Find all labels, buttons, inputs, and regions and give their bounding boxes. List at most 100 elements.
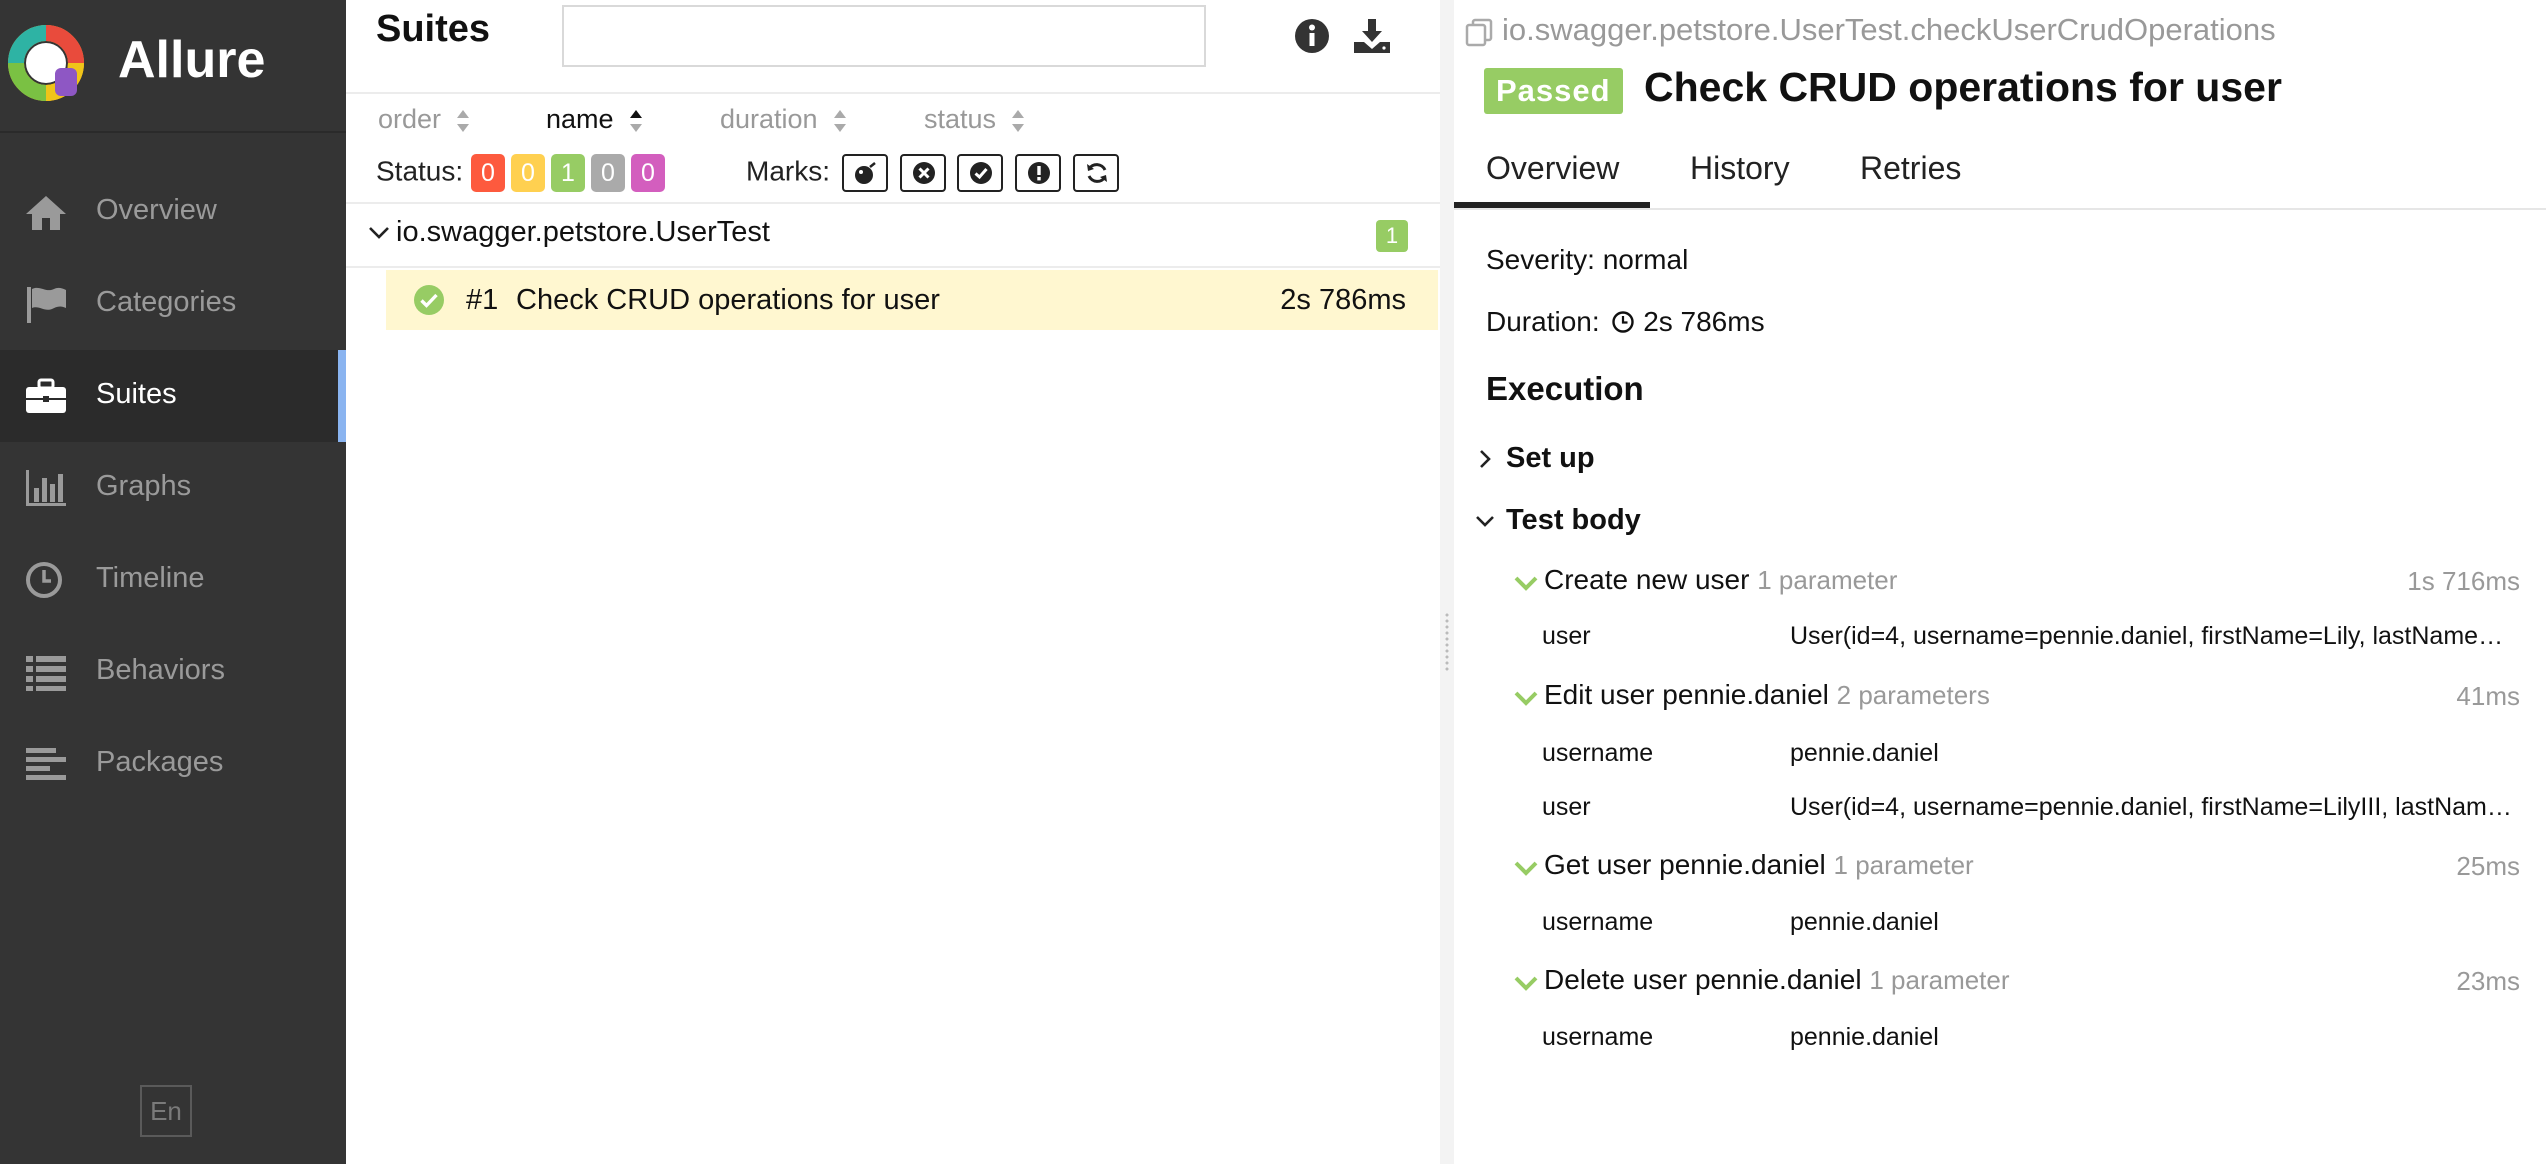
suite-group-row[interactable]: io.swagger.petstore.UserTest 1	[346, 204, 1440, 268]
param-value: User(id=4, username=pennie.daniel, first…	[1790, 793, 2516, 821]
step-row[interactable]: Edit user pennie.daniel 2 parameters 41m…	[1514, 677, 2520, 717]
param-name: user	[1542, 793, 1591, 821]
param-row: username pennie.daniel	[1542, 739, 2522, 775]
sidebar-item-label: Timeline	[96, 562, 205, 594]
step-params-count: 1 parameter	[1757, 565, 1898, 595]
test-full-path: io.swagger.petstore.UserTest.checkUserCr…	[1464, 12, 2276, 48]
check-circle-icon	[970, 162, 993, 184]
sidebar-item-label: Behaviors	[96, 654, 225, 686]
step-name-text: Get user pennie.daniel	[1544, 849, 1826, 880]
tab-overview[interactable]: Overview	[1486, 150, 1619, 187]
status-badge: Passed	[1484, 68, 1623, 114]
sidebar-item-label: Categories	[96, 286, 237, 318]
step-name-text: Create new user	[1544, 564, 1750, 595]
pane-splitter[interactable]	[1440, 0, 1454, 1164]
param-row: user User(id=4, username=pennie.daniel, …	[1542, 622, 2522, 658]
mark-new-failed-button[interactable]	[899, 154, 946, 192]
duration-value: 2s 786ms	[1643, 306, 1765, 337]
sidebar-item-categories[interactable]: Categories	[0, 258, 346, 350]
sidebar-item-timeline[interactable]: Timeline	[0, 534, 346, 626]
align-left-icon	[26, 748, 66, 780]
execution-title: Execution	[1486, 370, 1644, 407]
flag-icon	[27, 287, 66, 323]
duration-label: Duration:	[1486, 306, 1600, 337]
status-count-unknown[interactable]: 0	[630, 154, 665, 192]
home-icon	[26, 196, 66, 230]
status-badges: 00100	[470, 154, 671, 192]
step-time: 41ms	[2456, 681, 2520, 711]
param-name: username	[1542, 1023, 1654, 1051]
status-count-passed[interactable]: 1	[550, 154, 585, 192]
sidebar-item-behaviors[interactable]: Behaviors	[0, 626, 346, 718]
sidebar-item-suites[interactable]: Suites	[0, 350, 346, 442]
status-count-broken[interactable]: 0	[510, 154, 545, 192]
sidebar-item-label: Overview	[96, 194, 217, 226]
sort-order[interactable]: order	[378, 104, 471, 135]
brand[interactable]: Allure	[0, 0, 346, 133]
chevron-down-icon	[1476, 516, 1494, 528]
bar-chart-icon	[26, 470, 66, 506]
sidebar-item-overview[interactable]: Overview	[0, 166, 346, 258]
test-title: Check CRUD operations for user	[1644, 64, 2282, 110]
allure-logo-icon	[8, 25, 84, 101]
sort-duration-label: duration	[720, 104, 818, 134]
test-name: Check CRUD operations for user	[516, 284, 940, 316]
sidebar-item-label: Graphs	[96, 470, 192, 502]
step-row[interactable]: Create new user 1 parameter 1s 716ms	[1514, 562, 2520, 602]
step-passed-chevron-icon	[1514, 576, 1538, 591]
sort-status-label: status	[924, 104, 997, 134]
brand-name: Allure	[118, 31, 266, 89]
setup-section[interactable]: Set up	[1474, 442, 1595, 475]
refresh-icon	[1086, 163, 1107, 183]
step-passed-chevron-icon	[1514, 861, 1538, 876]
param-name: username	[1542, 739, 1654, 767]
test-row[interactable]: #1 Check CRUD operations for user 2s 786…	[386, 270, 1438, 330]
test-body-section[interactable]: Test body	[1474, 504, 1641, 537]
status-count-failed[interactable]: 0	[470, 154, 505, 192]
sort-asc-icon	[629, 109, 642, 132]
sort-duration[interactable]: duration	[720, 104, 848, 135]
tab-retries[interactable]: Retries	[1860, 150, 1961, 187]
sort-name[interactable]: name	[546, 104, 644, 135]
param-value: pennie.daniel	[1790, 1023, 1939, 1051]
chevron-down-icon	[369, 227, 389, 239]
chevron-right-icon	[1480, 450, 1491, 469]
info-icon[interactable]	[1292, 16, 1332, 56]
sidebar-item-graphs[interactable]: Graphs	[0, 442, 346, 534]
sort-status[interactable]: status	[924, 104, 1026, 135]
search-input[interactable]	[562, 5, 1206, 67]
step-row[interactable]: Get user pennie.daniel 1 parameter 25ms	[1514, 847, 2520, 887]
bomb-icon	[854, 162, 876, 184]
param-value: User(id=4, username=pennie.daniel, first…	[1790, 622, 2516, 650]
list-icon	[26, 656, 66, 691]
marks-filter: Marks:	[746, 154, 1119, 192]
step-row[interactable]: Delete user pennie.daniel 1 parameter 23…	[1514, 962, 2520, 1002]
detail-tabs: Overview History Retries	[1454, 136, 2546, 210]
download-icon[interactable]	[1352, 16, 1392, 56]
tab-history[interactable]: History	[1690, 150, 1790, 187]
clock-icon	[26, 562, 62, 598]
mark-flaky-button[interactable]	[841, 154, 888, 192]
mark-retries-button[interactable]	[1072, 154, 1119, 192]
language-button[interactable]: En	[140, 1085, 192, 1137]
step-passed-chevron-icon	[1514, 976, 1538, 991]
mark-new-passed-button[interactable]	[957, 154, 1004, 192]
suite-group-name: io.swagger.petstore.UserTest	[396, 216, 770, 248]
param-value: pennie.daniel	[1790, 908, 1939, 936]
param-row: username pennie.daniel	[1542, 908, 2522, 944]
times-circle-icon	[912, 162, 935, 184]
param-name: user	[1542, 622, 1591, 650]
step-time: 23ms	[2456, 966, 2520, 996]
status-count-skipped[interactable]: 0	[590, 154, 625, 192]
param-row: user User(id=4, username=pennie.daniel, …	[1542, 793, 2522, 829]
sort-icon	[833, 109, 846, 132]
mark-new-broken-button[interactable]	[1015, 154, 1062, 192]
copy-icon[interactable]	[1464, 17, 1494, 47]
test-number: #1	[466, 284, 499, 316]
duration: Duration: 2s 786ms	[1486, 306, 1765, 338]
sort-icon	[457, 109, 470, 132]
setup-label: Set up	[1506, 442, 1595, 474]
sidebar-item-packages[interactable]: Packages	[0, 718, 346, 810]
test-duration: 2s 786ms	[1280, 284, 1406, 316]
sort-icon	[1012, 109, 1025, 132]
